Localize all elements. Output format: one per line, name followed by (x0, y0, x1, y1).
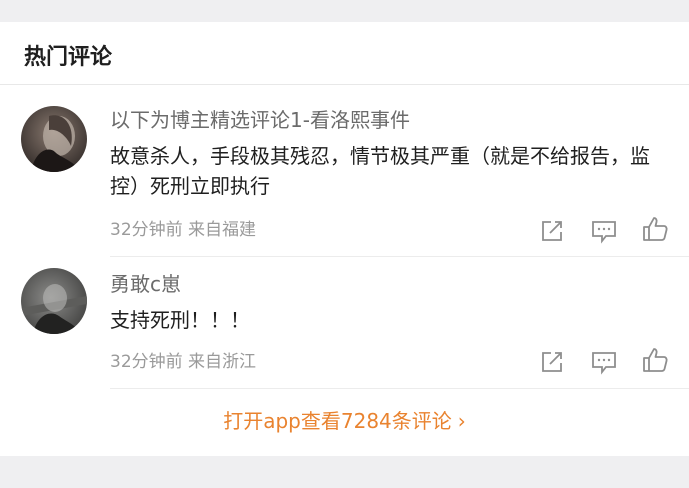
comment-text: 支持死刑！！！ (110, 308, 250, 332)
section-title: 热门评论 (24, 45, 113, 70)
section-divider (0, 84, 689, 85)
chevron-right-icon: › (457, 409, 466, 433)
comment-divider (110, 256, 689, 257)
thumbs-up-icon[interactable] (641, 346, 669, 374)
comment-divider (110, 388, 689, 389)
avatar-image (21, 268, 87, 334)
comment-meta: 32分钟前 来自福建 (110, 218, 256, 242)
comment-text: 故意杀人，手段极其残忍，情节极其严重（就是不给报告，监控）死刑立即执行 (110, 144, 650, 198)
comment-location: 来自福建 (188, 220, 257, 240)
open-app-label: 打开app查看7284条评论 (223, 409, 452, 433)
comment-author-name[interactable]: 以下为博主精选评论1-看洛熙事件 (110, 106, 410, 134)
comment-icon[interactable] (590, 217, 618, 245)
comment-meta: 32分钟前 来自浙江 (110, 350, 256, 374)
comment-author-name[interactable]: 勇敢c崽 (110, 270, 181, 298)
open-app-link[interactable]: 打开app查看7284条评论 › (0, 404, 689, 438)
comment-icon[interactable] (590, 348, 618, 376)
top-separator-band (0, 0, 689, 22)
avatar[interactable] (21, 268, 87, 334)
avatar[interactable] (21, 106, 87, 172)
comment-time: 32分钟前 (110, 220, 183, 240)
bottom-separator-band (0, 456, 689, 488)
comment-time: 32分钟前 (110, 352, 183, 372)
comment-location: 来自浙江 (188, 352, 257, 372)
share-icon[interactable] (538, 348, 566, 376)
avatar-image (21, 106, 87, 172)
share-icon[interactable] (538, 217, 566, 245)
thumbs-up-icon[interactable] (641, 215, 669, 243)
